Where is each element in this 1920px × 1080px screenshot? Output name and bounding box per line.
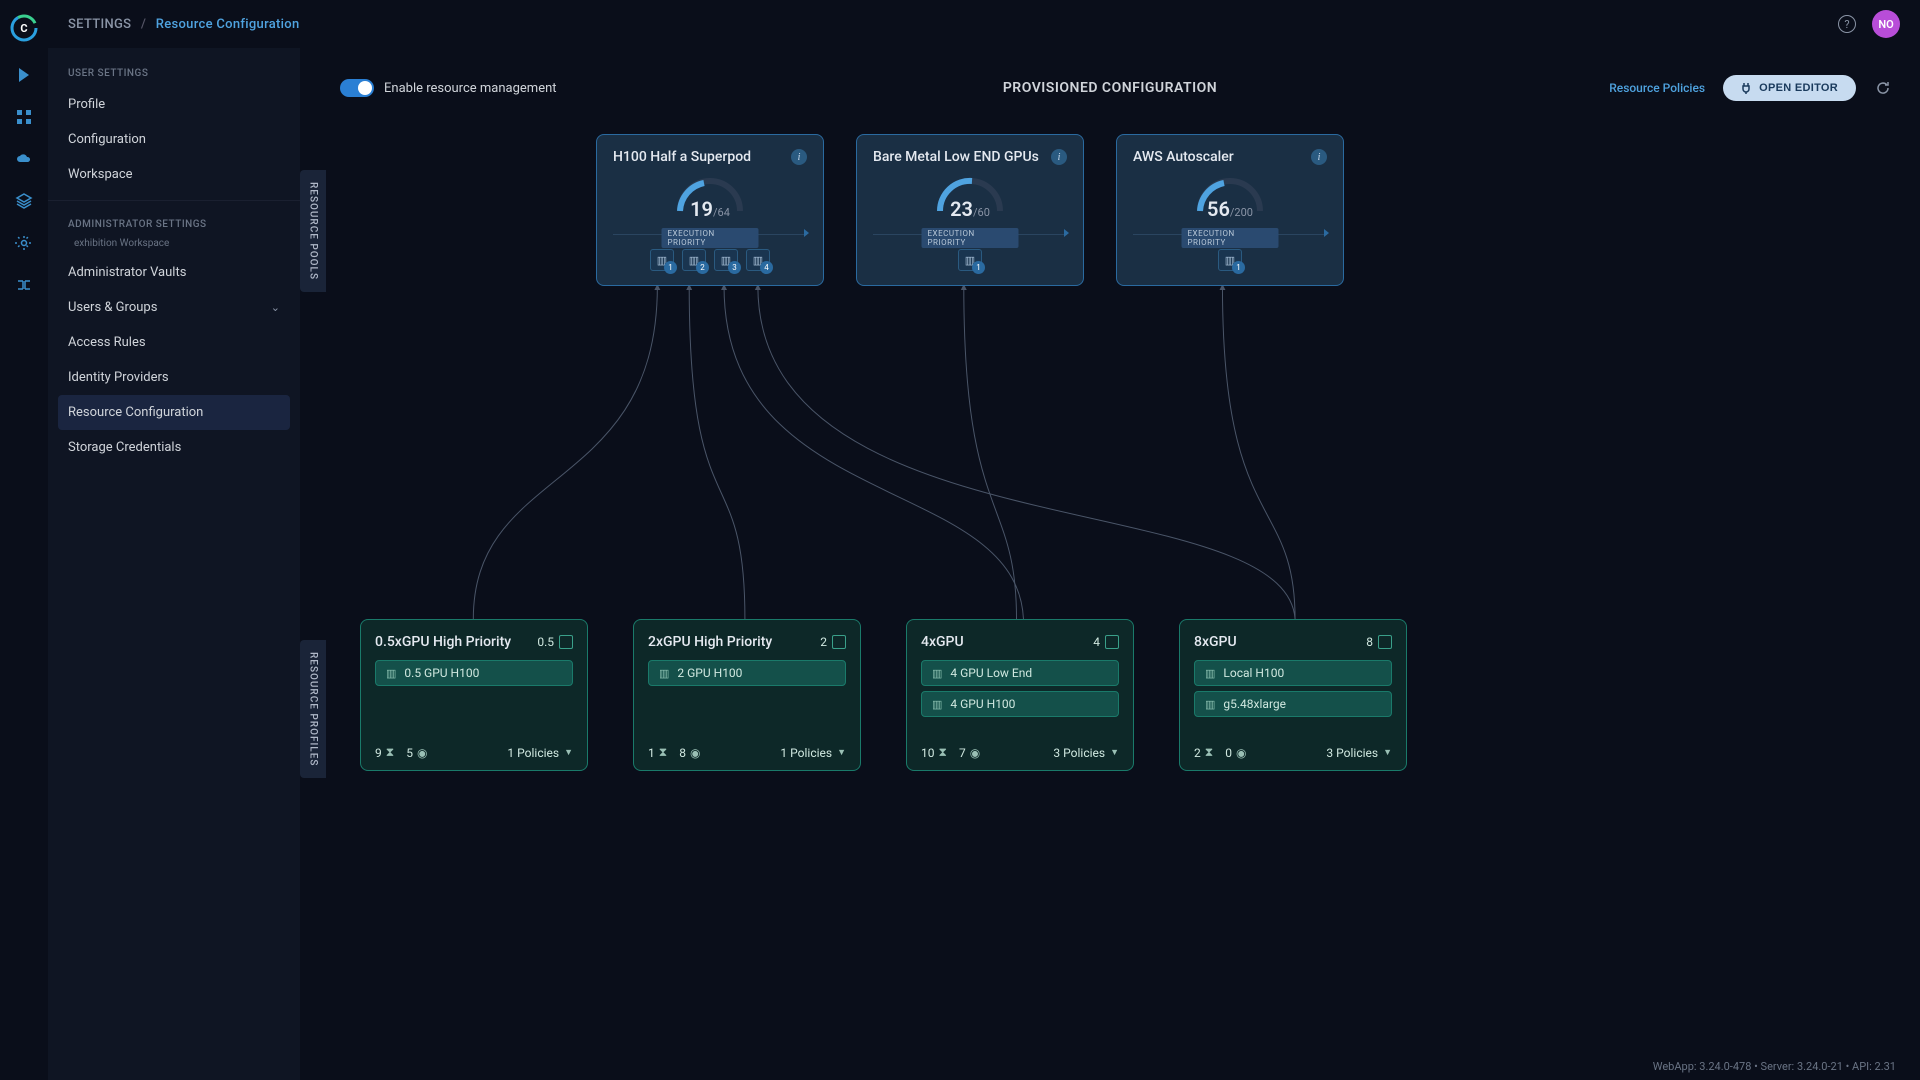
pool-title: Bare Metal Low END GPUs	[873, 149, 1039, 165]
resource-pools-tab[interactable]: RESOURCE POOLS	[300, 170, 326, 292]
pool-card-h100-superpod[interactable]: H100 Half a Superpod i 19/64 EXECUTION P…	[596, 134, 824, 286]
stat-queued: 2⧗	[1194, 745, 1213, 760]
svg-text:C: C	[20, 22, 27, 35]
stat-running: 5◉	[406, 746, 427, 760]
breadcrumb: SETTINGS / Resource Configuration	[68, 17, 300, 32]
stat-queued: 10⧗	[921, 745, 947, 760]
sidebar-item-resource-config[interactable]: Resource Configuration	[58, 395, 290, 430]
pool-card-bare-metal[interactable]: Bare Metal Low END GPUs i 23/60 EXECUTIO…	[856, 134, 1084, 286]
policies-dropdown[interactable]: 3 Policies▼	[1326, 746, 1392, 760]
profile-card-0.5xgpu[interactable]: 0.5xGPU High Priority 0.5 ▥0.5 GPU H100 …	[360, 619, 588, 771]
pool-max: /64	[713, 206, 730, 219]
stat-running: 0◉	[1225, 746, 1246, 760]
queue-chip[interactable]: ▥1	[650, 249, 674, 271]
chip-icon	[1105, 635, 1119, 649]
resource-pill[interactable]: ▥0.5 GPU H100	[375, 660, 573, 686]
resource-pill[interactable]: ▥4 GPU Low End	[921, 660, 1119, 686]
app-logo[interactable]: C	[8, 12, 40, 44]
pool-max: /60	[973, 206, 990, 219]
stat-running: 8◉	[679, 746, 700, 760]
profile-title: 2xGPU High Priority	[648, 634, 772, 650]
policies-dropdown[interactable]: 1 Policies▼	[780, 746, 846, 760]
chevron-down-icon: ⌄	[271, 301, 280, 314]
sidebar-item-access-rules[interactable]: Access Rules	[48, 325, 300, 360]
sidebar: USER SETTINGS Profile Configuration Work…	[48, 48, 300, 1080]
profile-card-2xgpu[interactable]: 2xGPU High Priority 2 ▥2 GPU H100 1⧗ 8◉ …	[633, 619, 861, 771]
user-settings-title: USER SETTINGS	[48, 58, 300, 87]
pool-used: 56	[1207, 197, 1230, 221]
toolbar: Enable resource management PROVISIONED C…	[340, 68, 1892, 108]
enable-resource-mgmt-toggle[interactable]	[340, 79, 374, 97]
queue-chip[interactable]: ▥4	[746, 249, 770, 271]
icon-rail: C	[0, 0, 48, 1080]
pool-used: 19	[690, 197, 713, 221]
info-icon[interactable]: i	[791, 149, 807, 165]
toggle-label: Enable resource management	[384, 81, 557, 96]
resource-pill[interactable]: ▥g5.48xlarge	[1194, 691, 1392, 717]
policies-dropdown[interactable]: 1 Policies▼	[507, 746, 573, 760]
queue-chip[interactable]: ▥1	[958, 249, 982, 271]
pool-max: /200	[1230, 206, 1253, 219]
queue-chip[interactable]: ▥1	[1218, 249, 1242, 271]
breadcrumb-settings[interactable]: SETTINGS	[68, 17, 131, 32]
sidebar-item-admin-vaults[interactable]: Administrator Vaults	[48, 255, 300, 290]
page-title: PROVISIONED CONFIGURATION	[1003, 80, 1217, 96]
priority-label: EXECUTION PRIORITY	[922, 228, 1019, 248]
queue-chip[interactable]: ▥3	[714, 249, 738, 271]
policies-dropdown[interactable]: 3 Policies▼	[1053, 746, 1119, 760]
main: Enable resource management PROVISIONED C…	[300, 48, 1920, 1052]
sidebar-item-workspace[interactable]: Workspace	[48, 157, 300, 192]
sidebar-item-configuration[interactable]: Configuration	[48, 122, 300, 157]
top-bar: SETTINGS / Resource Configuration ? NO	[48, 0, 1920, 48]
sidebar-item-identity-providers[interactable]: Identity Providers	[48, 360, 300, 395]
profile-title: 8xGPU	[1194, 634, 1237, 650]
priority-label: EXECUTION PRIORITY	[662, 228, 759, 248]
sidebar-item-storage-creds[interactable]: Storage Credentials	[48, 430, 300, 465]
info-icon[interactable]: i	[1311, 149, 1327, 165]
help-icon[interactable]: ?	[1838, 15, 1856, 33]
pool-title: H100 Half a Superpod	[613, 149, 751, 165]
avatar[interactable]: NO	[1872, 10, 1900, 38]
workspace-name: exhibition Workspace	[48, 238, 300, 255]
pool-card-aws-autoscaler[interactable]: AWS Autoscaler i 56/200 EXECUTION PRIORI…	[1116, 134, 1344, 286]
pool-used: 23	[950, 197, 973, 221]
sidebar-item-users-groups[interactable]: Users & Groups⌄	[48, 290, 300, 325]
profile-card-8xgpu[interactable]: 8xGPU 8 ▥Local H100 ▥g5.48xlarge 2⧗ 0◉ 3…	[1179, 619, 1407, 771]
resource-pill[interactable]: ▥4 GPU H100	[921, 691, 1119, 717]
pool-title: AWS Autoscaler	[1133, 149, 1234, 165]
nav-gear-icon[interactable]	[13, 232, 35, 254]
chip-icon	[1378, 635, 1392, 649]
stat-running: 7◉	[959, 746, 980, 760]
plug-icon	[1741, 82, 1751, 94]
nav-play-icon[interactable]	[13, 64, 35, 86]
resource-policies-link[interactable]: Resource Policies	[1609, 81, 1705, 95]
stat-queued: 1⧗	[648, 745, 667, 760]
breadcrumb-page: Resource Configuration	[156, 17, 300, 32]
profile-title: 0.5xGPU High Priority	[375, 634, 511, 650]
priority-label: EXECUTION PRIORITY	[1182, 228, 1279, 248]
info-icon[interactable]: i	[1051, 149, 1067, 165]
chip-icon	[832, 635, 846, 649]
canvas: H100 Half a Superpod i 19/64 EXECUTION P…	[340, 134, 1892, 934]
nav-layers-icon[interactable]	[13, 190, 35, 212]
sidebar-item-profile[interactable]: Profile	[48, 87, 300, 122]
stat-queued: 9⧗	[375, 745, 394, 760]
resource-pill[interactable]: ▥2 GPU H100	[648, 660, 846, 686]
nav-grid-icon[interactable]	[13, 106, 35, 128]
profile-card-4xgpu[interactable]: 4xGPU 4 ▥4 GPU Low End ▥4 GPU H100 10⧗ 7…	[906, 619, 1134, 771]
resource-pill[interactable]: ▥Local H100	[1194, 660, 1392, 686]
resource-profiles-tab[interactable]: RESOURCE PROFILES	[300, 640, 326, 778]
refresh-icon[interactable]	[1874, 79, 1892, 97]
nav-flow-icon[interactable]	[13, 274, 35, 296]
open-editor-button[interactable]: OPEN EDITOR	[1723, 75, 1856, 101]
admin-settings-title: ADMINISTRATOR SETTINGS	[48, 209, 300, 238]
nav-cloud-icon[interactable]	[13, 148, 35, 170]
chip-icon	[559, 635, 573, 649]
profile-title: 4xGPU	[921, 634, 964, 650]
queue-chip[interactable]: ▥2	[682, 249, 706, 271]
